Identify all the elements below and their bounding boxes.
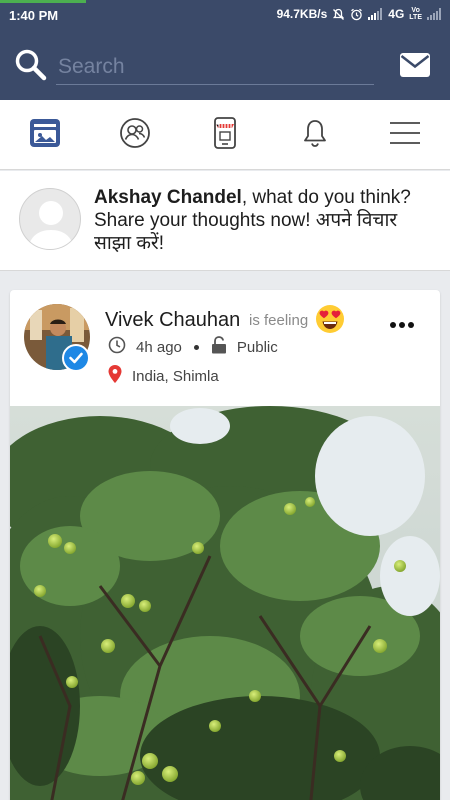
checkmark-icon bbox=[69, 352, 83, 364]
post-more-button[interactable] bbox=[390, 322, 414, 328]
clock-icon bbox=[108, 336, 126, 358]
network-type: 4G bbox=[388, 7, 405, 21]
signal-icon bbox=[368, 8, 383, 20]
bell-icon bbox=[301, 118, 329, 153]
post-meta: 4h ago Public bbox=[108, 336, 278, 358]
volte-badge: Vo LTE bbox=[409, 7, 422, 21]
mail-icon[interactable] bbox=[400, 53, 430, 82]
news-feed-icon bbox=[29, 117, 61, 154]
mute-icon bbox=[332, 8, 345, 21]
nav-bar bbox=[0, 100, 450, 170]
post-time: 4h ago bbox=[136, 338, 182, 356]
mobile-shop-icon bbox=[213, 116, 237, 155]
composer-prompt: Akshay Chandel, what do you think? Share… bbox=[94, 186, 434, 255]
tab-news-feed[interactable] bbox=[27, 117, 63, 153]
net-speed: 94.7KB/s bbox=[276, 7, 328, 21]
unlock-icon bbox=[211, 336, 227, 358]
post-card: Vivek Chauhan is feeling 4h ago Public I… bbox=[10, 290, 440, 800]
tab-menu[interactable] bbox=[387, 117, 423, 153]
alarm-icon bbox=[350, 8, 363, 21]
status-indicators: 94.7KB/s 4G Vo LTE bbox=[277, 7, 442, 21]
post-location[interactable]: India, Shimla bbox=[132, 368, 219, 385]
composer-user-name: Akshay Chandel bbox=[94, 187, 242, 208]
search-icon[interactable] bbox=[14, 48, 48, 87]
post-photo[interactable] bbox=[10, 406, 440, 800]
page-load-progress bbox=[0, 0, 86, 3]
status-bar: 1:40 PM 94.7KB/s 4G Vo LTE bbox=[0, 0, 450, 30]
avatar bbox=[19, 188, 81, 250]
feeling-label: is feeling bbox=[249, 312, 309, 329]
status-composer[interactable]: Akshay Chandel, what do you think? Share… bbox=[0, 171, 450, 271]
post-location-row: India, Shimla bbox=[108, 365, 219, 387]
tab-mobile-shop[interactable] bbox=[207, 116, 243, 155]
status-time: 1:40 PM bbox=[9, 8, 59, 23]
search-input[interactable] bbox=[56, 49, 374, 85]
tab-notifications[interactable] bbox=[297, 117, 333, 153]
signal-icon-2 bbox=[427, 8, 442, 20]
menu-icon bbox=[390, 121, 420, 150]
tab-friends[interactable] bbox=[117, 117, 153, 153]
friends-icon bbox=[119, 117, 151, 154]
search-header bbox=[0, 30, 450, 100]
post-author-name[interactable]: Vivek Chauhan bbox=[105, 309, 240, 332]
post-privacy[interactable]: Public bbox=[237, 339, 278, 356]
verified-badge bbox=[62, 344, 90, 372]
heart-eyes-emoji-icon bbox=[315, 304, 345, 334]
location-pin-icon bbox=[108, 365, 122, 387]
